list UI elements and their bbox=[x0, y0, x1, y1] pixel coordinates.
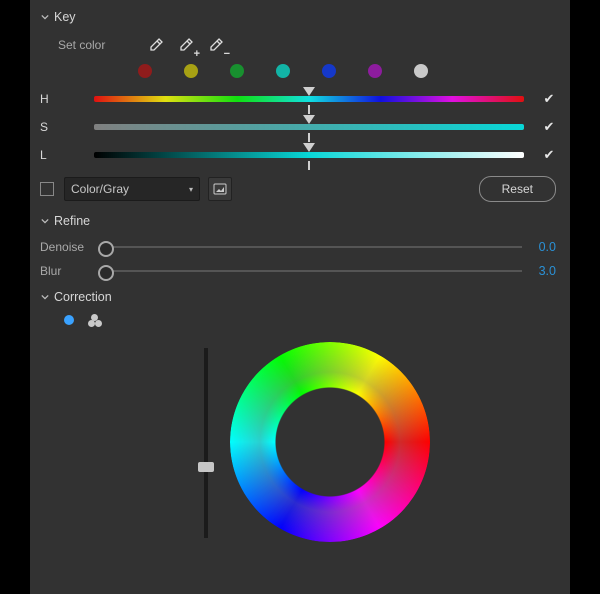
thumbnail-button[interactable] bbox=[208, 177, 232, 201]
mode-dropdown[interactable]: Color/Gray ▾ bbox=[64, 177, 200, 201]
swatch-cyan[interactable] bbox=[276, 64, 290, 78]
swatch-red[interactable] bbox=[138, 64, 152, 78]
minus-icon: − bbox=[224, 50, 230, 58]
blur-label: Blur bbox=[40, 264, 102, 278]
swatch-white[interactable] bbox=[414, 64, 428, 78]
correction-luma-handle[interactable] bbox=[198, 462, 214, 472]
lightness-slider[interactable] bbox=[94, 152, 524, 158]
saturation-slider[interactable] bbox=[94, 124, 524, 130]
eyedropper-button[interactable] bbox=[144, 34, 168, 56]
color-wheel[interactable] bbox=[230, 342, 430, 542]
chevron-down-icon bbox=[40, 216, 50, 226]
section-title: Refine bbox=[54, 214, 90, 228]
chevron-down-icon bbox=[40, 12, 50, 22]
lightness-checkbox[interactable]: ✔ bbox=[542, 148, 556, 162]
section-title: Correction bbox=[54, 290, 112, 304]
saturation-handle[interactable] bbox=[303, 115, 315, 124]
denoise-label: Denoise bbox=[40, 240, 102, 254]
chevron-down-icon: ▾ bbox=[189, 185, 193, 194]
correction-mode-three-way[interactable] bbox=[88, 314, 102, 326]
saturation-checkbox[interactable]: ✔ bbox=[542, 120, 556, 134]
blur-value[interactable]: 3.0 bbox=[534, 264, 556, 278]
denoise-handle[interactable] bbox=[98, 241, 114, 257]
chevron-down-icon bbox=[40, 292, 50, 302]
plus-icon: + bbox=[194, 50, 200, 58]
blur-handle[interactable] bbox=[98, 265, 114, 281]
hue-label: H bbox=[40, 92, 70, 106]
lightness-label: L bbox=[40, 148, 70, 162]
section-title: Key bbox=[54, 10, 76, 24]
blur-slider[interactable] bbox=[106, 270, 522, 272]
section-header-key[interactable]: Key bbox=[40, 8, 556, 26]
swatch-magenta[interactable] bbox=[368, 64, 382, 78]
saturation-label: S bbox=[40, 120, 70, 134]
hue-slider[interactable] bbox=[94, 96, 524, 102]
section-header-refine[interactable]: Refine bbox=[40, 212, 556, 230]
denoise-value[interactable]: 0.0 bbox=[534, 240, 556, 254]
reset-button[interactable]: Reset bbox=[479, 176, 556, 202]
mode-dropdown-value: Color/Gray bbox=[71, 182, 129, 196]
swatch-yellow[interactable] bbox=[184, 64, 198, 78]
correction-luma-slider[interactable] bbox=[204, 348, 208, 538]
eyedropper-add-button[interactable]: + bbox=[174, 34, 198, 56]
set-color-label: Set color bbox=[58, 38, 144, 52]
hue-handle[interactable] bbox=[303, 87, 315, 96]
lightness-handle[interactable] bbox=[303, 143, 315, 152]
color-swatch-row bbox=[138, 64, 556, 78]
section-header-correction[interactable]: Correction bbox=[40, 288, 556, 306]
hue-checkbox[interactable]: ✔ bbox=[542, 92, 556, 106]
denoise-slider[interactable] bbox=[106, 246, 522, 248]
swatch-blue[interactable] bbox=[322, 64, 336, 78]
eyedropper-subtract-button[interactable]: − bbox=[204, 34, 228, 56]
mode-checkbox[interactable] bbox=[40, 182, 54, 196]
correction-mode-single[interactable] bbox=[64, 315, 74, 325]
swatch-green[interactable] bbox=[230, 64, 244, 78]
